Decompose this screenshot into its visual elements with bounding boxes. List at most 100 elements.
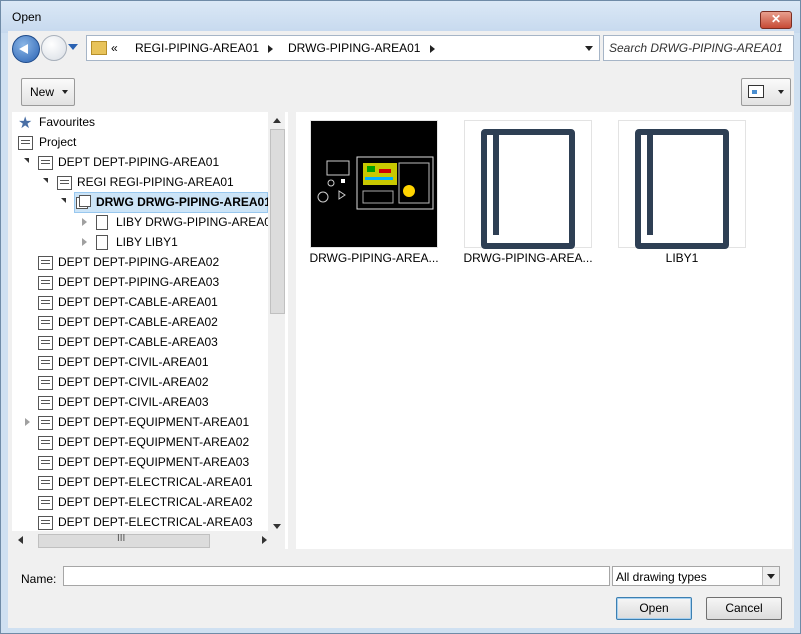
tree-item-liby[interactable]: LIBY LIBY1 bbox=[12, 232, 268, 252]
tree-item-label: DEPT DEPT-PIPING-AREA03 bbox=[58, 275, 220, 289]
tree-item-dept[interactable]: DEPT DEPT-CIVIL-AREA02 bbox=[12, 372, 268, 392]
expand-icon[interactable] bbox=[24, 158, 29, 163]
collapsed-icon[interactable] bbox=[25, 418, 30, 426]
chevron-down-icon bbox=[778, 90, 784, 94]
tree-item-label: DEPT DEPT-ELECTRICAL-AREA01 bbox=[58, 475, 253, 489]
tree-item-dept[interactable]: DEPT DEPT-PIPING-AREA03 bbox=[12, 272, 268, 292]
tree-vertical-scrollbar[interactable] bbox=[268, 112, 285, 549]
tree-item-dept[interactable]: DEPT DEPT-PIPING-AREA02 bbox=[12, 252, 268, 272]
open-button[interactable]: Open bbox=[616, 597, 692, 620]
expand-icon[interactable] bbox=[61, 198, 66, 203]
scroll-grip: III bbox=[117, 533, 126, 544]
tree-item-label: Favourites bbox=[39, 115, 96, 129]
drawing-stack-icon bbox=[76, 195, 91, 209]
address-overflow[interactable]: « bbox=[111, 41, 118, 55]
tree-item-dept[interactable]: DEPT DEPT-CABLE-AREA03 bbox=[12, 332, 268, 352]
file-label: LIBY1 bbox=[665, 251, 699, 265]
tree-item-dept[interactable]: DEPT DEPT-PIPING-AREA01 bbox=[12, 152, 268, 172]
tree-item-label: DEPT DEPT-ELECTRICAL-AREA03 bbox=[58, 515, 253, 529]
navigation-tree[interactable]: ★ Favourites Project DEPT DEPT-PIPING-AR… bbox=[12, 112, 288, 549]
tree-item-label: DEPT DEPT-CIVIL-AREA02 bbox=[58, 375, 209, 389]
tree-item-label: REGI REGI-PIPING-AREA01 bbox=[77, 175, 234, 189]
department-icon bbox=[38, 516, 53, 530]
tree-item-dept[interactable]: DEPT DEPT-CABLE-AREA02 bbox=[12, 312, 268, 332]
forward-button[interactable] bbox=[41, 35, 67, 61]
tree-item-dept[interactable]: DEPT DEPT-EQUIPMENT-AREA02 bbox=[12, 432, 268, 452]
department-icon bbox=[38, 156, 53, 170]
back-button[interactable] bbox=[12, 35, 40, 63]
tree-item-label: DEPT DEPT-EQUIPMENT-AREA01 bbox=[58, 415, 250, 429]
close-button[interactable]: ✕ bbox=[760, 11, 792, 29]
view-mode-button[interactable] bbox=[741, 78, 791, 106]
file-view[interactable]: DRWG-PIPING-AREA... DRWG-PIPING-AREA... … bbox=[296, 112, 792, 549]
breadcrumb-drwg[interactable]: DRWG-PIPING-AREA01 bbox=[288, 41, 420, 55]
tree-item-liby[interactable]: LIBY DRWG-PIPING-AREA01 bbox=[12, 212, 278, 232]
scroll-thumb[interactable]: III bbox=[38, 533, 210, 548]
tree-item-label: DEPT DEPT-CABLE-AREA02 bbox=[58, 315, 218, 329]
tree-item-dept[interactable]: DEPT DEPT-ELECTRICAL-AREA01 bbox=[12, 472, 268, 492]
file-type-value: All drawing types bbox=[616, 570, 707, 584]
tree-item-dept[interactable]: DEPT DEPT-CIVIL-AREA03 bbox=[12, 392, 268, 412]
chevron-right-icon[interactable] bbox=[430, 45, 435, 53]
expand-icon[interactable] bbox=[43, 178, 48, 183]
collapsed-icon[interactable] bbox=[82, 238, 87, 246]
library-thumbnail bbox=[618, 120, 746, 249]
tree-item-dept[interactable]: DEPT DEPT-CIVIL-AREA01 bbox=[12, 352, 268, 372]
tree-item-regi[interactable]: REGI REGI-PIPING-AREA01 bbox=[12, 172, 268, 192]
star-icon: ★ bbox=[18, 115, 33, 132]
tree-item-dept[interactable]: DEPT DEPT-EQUIPMENT-AREA03 bbox=[12, 452, 268, 472]
tree-item-label: DEPT DEPT-EQUIPMENT-AREA03 bbox=[58, 455, 250, 469]
tree-item-label: DEPT DEPT-CABLE-AREA01 bbox=[58, 295, 218, 309]
department-icon bbox=[38, 336, 53, 350]
scroll-up-icon[interactable] bbox=[273, 118, 281, 123]
scroll-down-icon[interactable] bbox=[273, 524, 281, 529]
tree-horizontal-scrollbar[interactable]: III bbox=[12, 531, 272, 549]
file-type-select[interactable]: All drawing types bbox=[612, 566, 780, 586]
file-item[interactable]: LIBY1 bbox=[618, 120, 746, 265]
tree-item-favourites[interactable]: ★ Favourites bbox=[12, 112, 268, 132]
history-dropdown-icon[interactable] bbox=[68, 44, 78, 50]
folder-icon bbox=[91, 41, 107, 55]
drawing-preview-image bbox=[311, 121, 437, 247]
drawing-thumbnail bbox=[310, 120, 438, 248]
title-bar: Open ✕ bbox=[1, 1, 800, 33]
tree-item-label: DEPT DEPT-CIVIL-AREA03 bbox=[58, 395, 209, 409]
cancel-button[interactable]: Cancel bbox=[706, 597, 782, 620]
department-icon bbox=[38, 396, 53, 410]
new-button[interactable]: New bbox=[21, 78, 75, 106]
tree-item-project[interactable]: Project bbox=[12, 132, 268, 152]
tree-item-dept[interactable]: DEPT DEPT-ELECTRICAL-AREA02 bbox=[12, 492, 268, 512]
library-icon bbox=[96, 215, 108, 230]
file-name-field[interactable] bbox=[63, 566, 610, 586]
book-icon bbox=[481, 129, 575, 249]
collapsed-icon[interactable] bbox=[82, 218, 87, 226]
department-icon bbox=[38, 316, 53, 330]
scroll-right-icon[interactable] bbox=[262, 536, 267, 544]
department-icon bbox=[38, 376, 53, 390]
chevron-down-icon[interactable] bbox=[762, 567, 779, 585]
department-icon bbox=[38, 296, 53, 310]
scroll-left-icon[interactable] bbox=[18, 536, 23, 544]
breadcrumb-regi[interactable]: REGI-PIPING-AREA01 bbox=[135, 41, 259, 55]
address-bar[interactable]: « REGI-PIPING-AREA01 DRWG-PIPING-AREA01 bbox=[86, 35, 600, 61]
chevron-down-icon[interactable] bbox=[585, 46, 593, 51]
library-thumbnail bbox=[464, 120, 592, 249]
pane-splitter[interactable] bbox=[289, 112, 296, 549]
chevron-right-icon[interactable] bbox=[268, 45, 273, 53]
department-icon bbox=[38, 416, 53, 430]
search-input[interactable]: Search DRWG-PIPING-AREA01 bbox=[603, 35, 794, 61]
file-item[interactable]: DRWG-PIPING-AREA... bbox=[463, 120, 593, 265]
department-icon bbox=[38, 276, 53, 290]
search-placeholder: Search DRWG-PIPING-AREA01 bbox=[609, 41, 783, 55]
tree-item-dept[interactable]: DEPT DEPT-EQUIPMENT-AREA01 bbox=[12, 412, 268, 432]
tree-item-dept[interactable]: DEPT DEPT-CABLE-AREA01 bbox=[12, 292, 268, 312]
tree-item-drwg-selected[interactable]: DRWG DRWG-PIPING-AREA01 bbox=[12, 192, 271, 213]
department-icon bbox=[38, 476, 53, 490]
department-icon bbox=[38, 256, 53, 270]
tree-item-dept[interactable]: DEPT DEPT-ELECTRICAL-AREA03 bbox=[12, 512, 268, 532]
scroll-thumb[interactable] bbox=[270, 129, 285, 314]
file-item[interactable]: DRWG-PIPING-AREA... bbox=[309, 120, 439, 265]
department-icon bbox=[38, 356, 53, 370]
book-icon bbox=[635, 129, 729, 249]
dialog-content: « REGI-PIPING-AREA01 DRWG-PIPING-AREA01 … bbox=[8, 31, 794, 628]
